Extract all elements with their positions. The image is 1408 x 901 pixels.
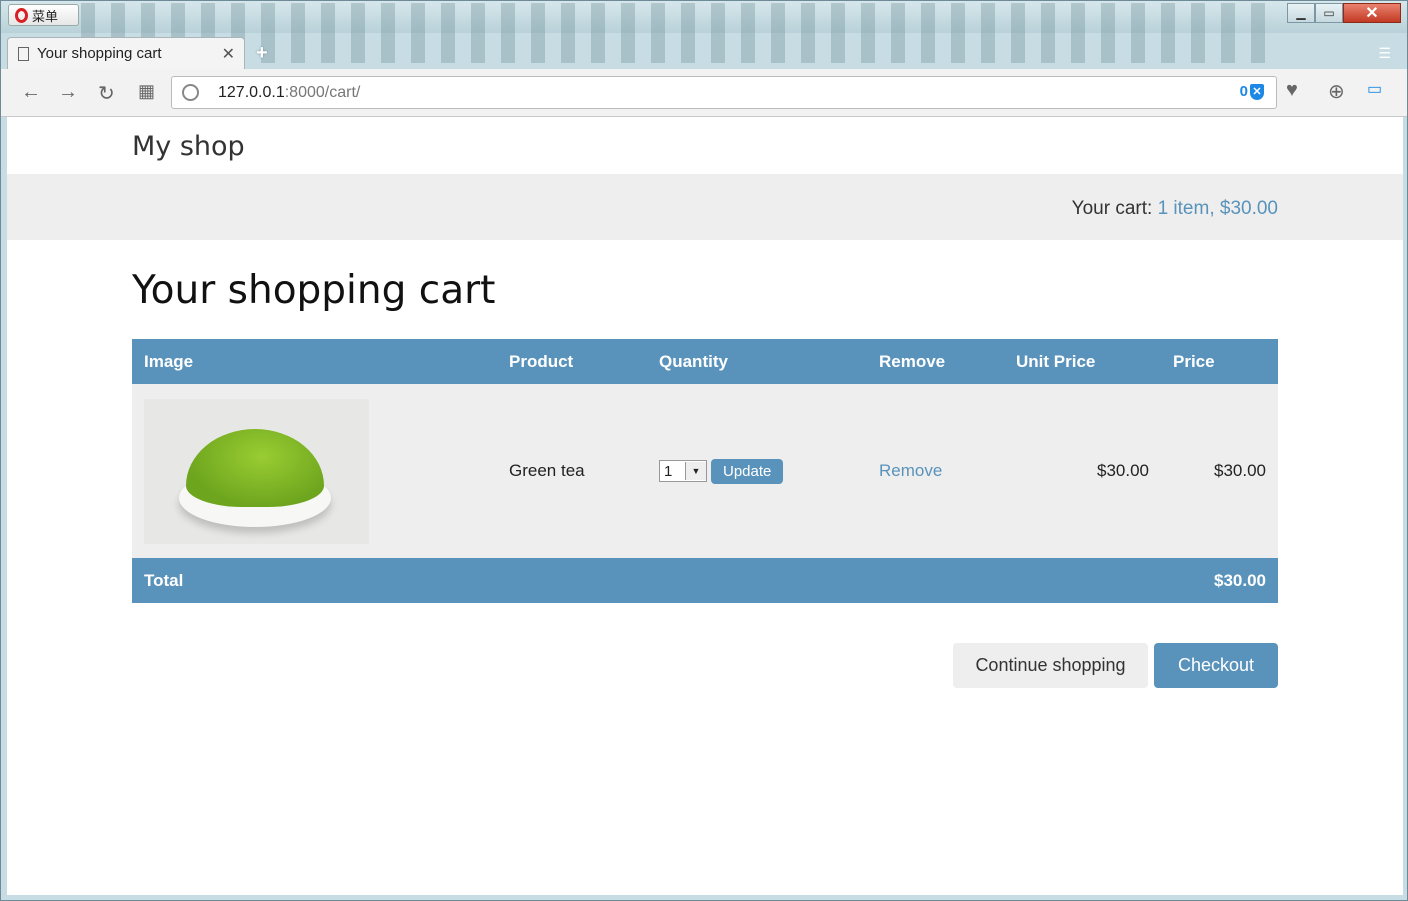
total-row: Total $30.00 [132, 558, 1278, 603]
chevron-down-icon: ▼ [685, 462, 706, 480]
cart-summary: Your cart: 1 item, $30.00 [1072, 198, 1278, 220]
address-bar[interactable]: 127.0.0.1:8000/cart/ 0 ✕ [171, 76, 1277, 109]
cart-table: Image Product Quantity Remove Unit Price… [132, 339, 1278, 603]
product-image-cell [132, 384, 497, 558]
download-icon[interactable]: ⊕ [1328, 79, 1345, 104]
heart-icon[interactable]: ♥ [1286, 79, 1298, 102]
window-controls: ▁ ▭ ✕ [1287, 3, 1401, 23]
opera-menu-label: 菜单 [32, 8, 59, 24]
line-price: $30.00 [1214, 461, 1266, 480]
title-bar: 菜单 ▁ ▭ ✕ [1, 1, 1407, 63]
update-button[interactable]: Update [711, 458, 784, 484]
table-header-row: Image Product Quantity Remove Unit Price… [132, 339, 1278, 384]
remove-link[interactable]: Remove [879, 461, 942, 480]
web-page: My shop Your cart: 1 item, $30.00 Your s… [7, 117, 1403, 895]
vpn-badge[interactable]: 0 ✕ [1240, 83, 1264, 100]
battery-icon[interactable]: ▭ [1367, 79, 1382, 99]
shop-logo[interactable]: My shop [132, 131, 245, 162]
total-label: Total [144, 570, 184, 590]
url-text: 127.0.0.1:8000/cart/ [218, 84, 361, 101]
product-name: Green tea [509, 461, 585, 480]
minimize-button[interactable]: ▁ [1287, 3, 1315, 23]
opera-menu-button[interactable]: 菜单 [8, 4, 79, 26]
tab-shopping-cart[interactable]: Your shopping cart ✕ [7, 37, 245, 69]
quantity-select[interactable]: 1 ▼ [659, 460, 707, 482]
cart-summary-label: Your cart: [1071, 198, 1158, 219]
reload-icon[interactable]: ↻ [98, 81, 115, 106]
shield-icon: ✕ [1250, 83, 1264, 100]
page-icon [18, 46, 29, 61]
close-window-button[interactable]: ✕ [1343, 3, 1401, 23]
opera-logo-icon [15, 7, 28, 23]
col-header-image: Image [144, 351, 194, 371]
checkout-button[interactable]: Checkout [1154, 643, 1278, 688]
total-value: $30.00 [1214, 570, 1266, 590]
browser-toolbar: ← → ↻ ▦ 127.0.0.1:8000/cart/ 0 ✕ ♥ ⊕ ▭ [1, 69, 1407, 117]
cart-actions: Continue shopping Checkout [953, 643, 1278, 688]
product-image[interactable] [144, 398, 369, 544]
browser-window: 菜单 ▁ ▭ ✕ Your shopping cart ✕ + ☰ ← → ↻ … [0, 0, 1408, 901]
back-icon[interactable]: ← [21, 81, 41, 104]
tab-strip: Your shopping cart ✕ + ☰ [1, 33, 1407, 69]
maximize-button[interactable]: ▭ [1315, 3, 1343, 23]
unit-price: $30.00 [1097, 461, 1149, 480]
site-header: My shop [7, 117, 1403, 174]
tab-menu-icon[interactable]: ☰ [1378, 45, 1391, 62]
col-header-remove: Remove [879, 351, 946, 371]
tab-title: Your shopping cart [37, 45, 162, 62]
col-header-product: Product [509, 351, 574, 371]
col-header-quantity: Quantity [659, 351, 728, 371]
col-header-unit-price: Unit Price [1016, 351, 1096, 371]
close-tab-icon[interactable]: ✕ [222, 44, 235, 64]
new-tab-icon[interactable]: + [256, 42, 268, 65]
cart-summary-link[interactable]: 1 item, $30.00 [1158, 198, 1278, 219]
continue-shopping-button[interactable]: Continue shopping [953, 643, 1148, 688]
col-header-price: Price [1173, 351, 1215, 371]
speed-dial-icon[interactable]: ▦ [138, 81, 155, 102]
page-title: Your shopping cart [132, 268, 496, 313]
forward-icon[interactable]: → [58, 81, 78, 104]
quantity-cell: 1 ▼ Update [647, 384, 867, 558]
site-info-icon[interactable] [182, 84, 199, 101]
cart-subheader: Your cart: 1 item, $30.00 [7, 174, 1403, 240]
table-row: Green tea 1 ▼ Update Remove $30.00 $30.0… [132, 384, 1278, 558]
